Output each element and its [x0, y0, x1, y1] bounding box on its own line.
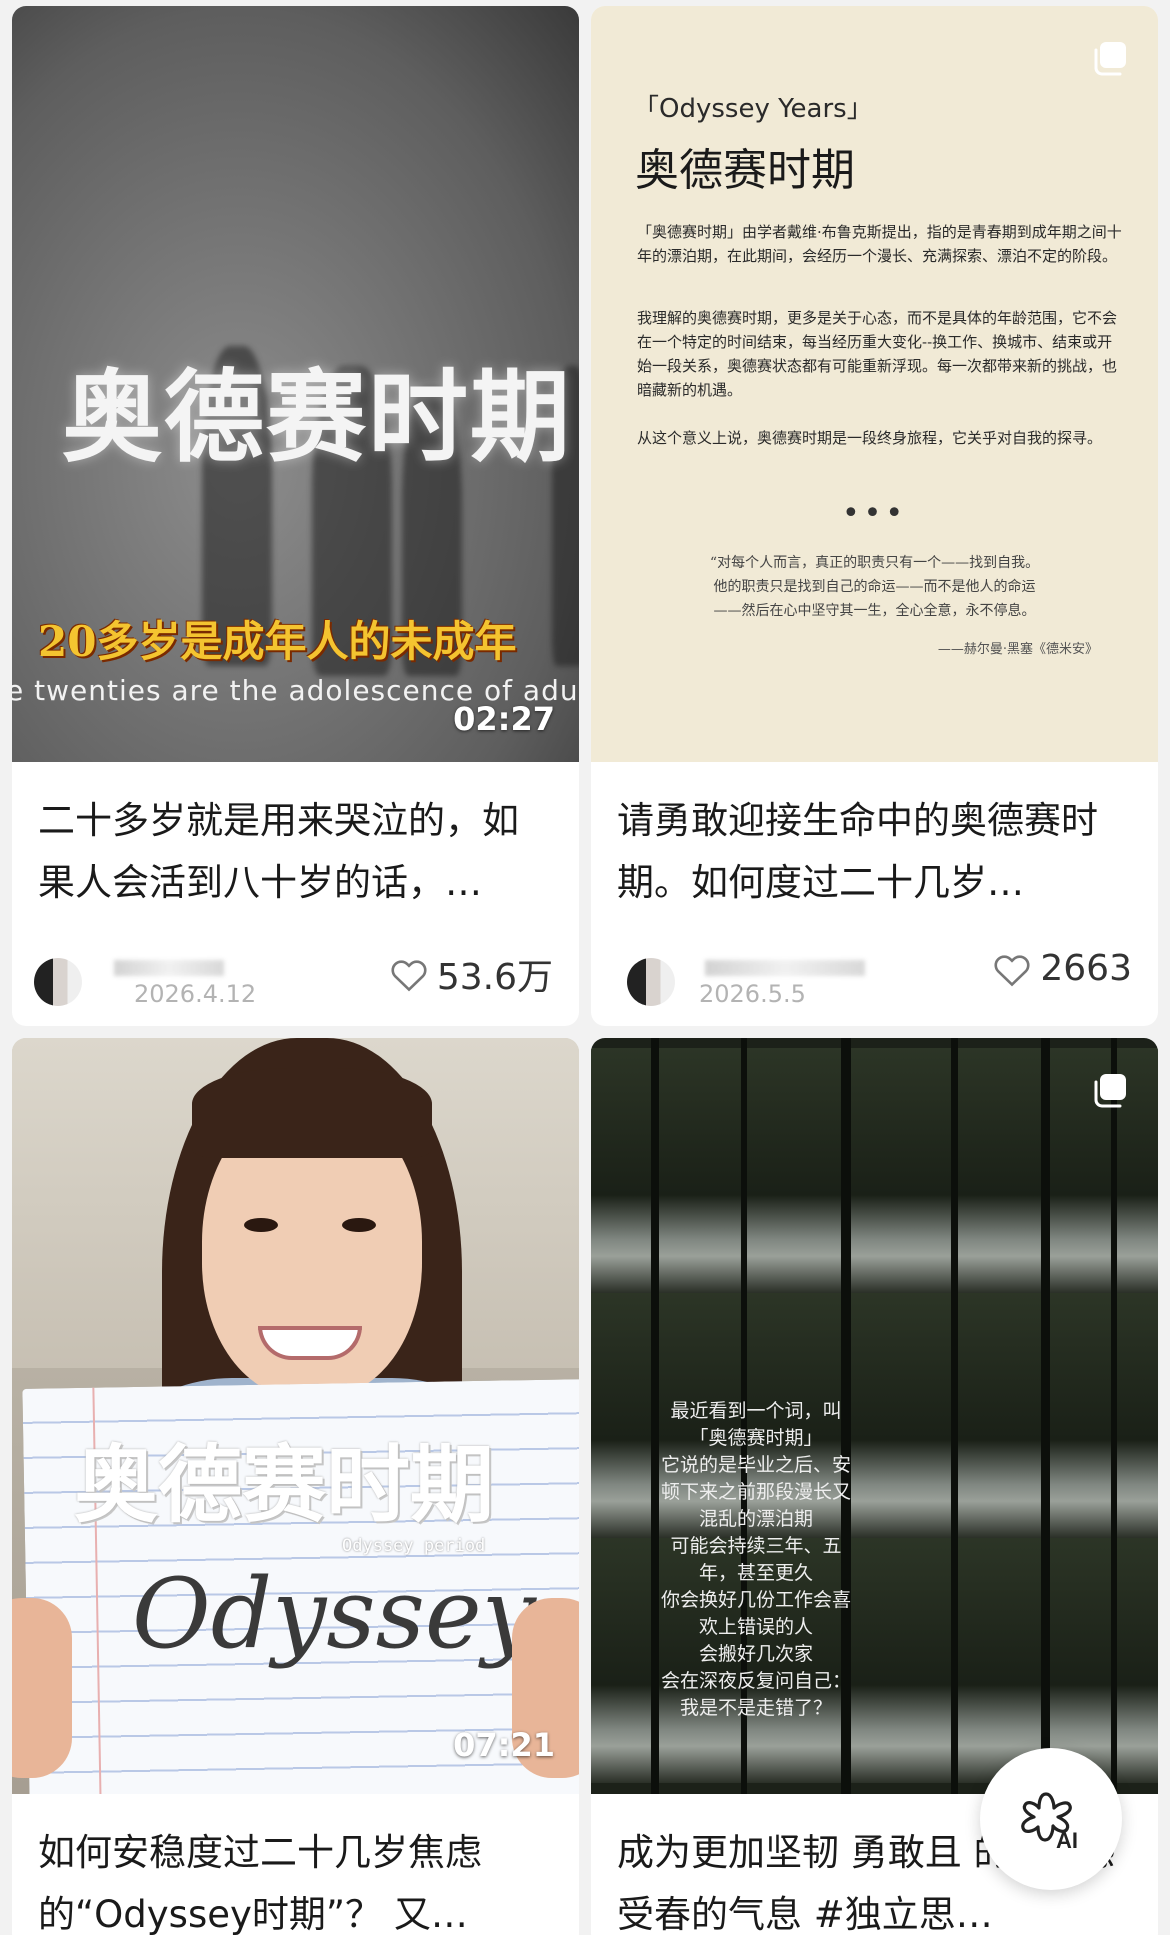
- paper-title: 奥德赛时期: [74, 1435, 495, 1534]
- quote-signature: ——赫尔曼·黑塞《德米安》: [937, 642, 1098, 657]
- cover-quote: “对每个人而言，真正的职责只有一个——找到自我。 他的职责只是找到自己的命运——…: [651, 551, 1098, 623]
- author-name[interactable]: [705, 960, 865, 976]
- note-title[interactable]: 请勇敢迎接生命中的奥德赛时期。如何度过二十几岁…: [617, 790, 1132, 914]
- author-name[interactable]: [114, 960, 224, 976]
- multi-image-icon: [1094, 1074, 1126, 1108]
- note-card[interactable]: 奥德赛时期 20多岁是成年人的未成年 e twenties are the ad…: [12, 6, 579, 1026]
- poem-line: 可能会持续三年、五: [670, 1535, 842, 1557]
- avatar[interactable]: [34, 958, 82, 1006]
- note-meta: 2026.5.5 2663: [617, 940, 1132, 1010]
- like-button[interactable]: 2663: [992, 948, 1132, 989]
- cover-zh-title: 奥德赛时期: [635, 145, 855, 196]
- cover-subtitle: 20多岁是成年人的未成年: [38, 617, 517, 666]
- post-date: 2026.5.5: [699, 980, 806, 1008]
- cover-paragraph: 「奥德赛时期」由学者戴维·布鲁克斯提出，指的是青春期到成年期之间十年的漂泊期，在…: [637, 223, 1122, 265]
- paper-subtitle: Odyssey period: [342, 1536, 486, 1556]
- multi-image-icon: [1094, 42, 1126, 76]
- poem-line: 会在深夜反复问自己：: [660, 1670, 851, 1692]
- poem-line: 「奥德赛时期」: [689, 1427, 823, 1449]
- cover-paragraph: 从这个意义上说，奥德赛时期是一段终身旅程，它关乎对自我的探寻。: [637, 429, 1103, 447]
- note-meta: 2026.4.12 53.6万: [34, 940, 553, 1010]
- video-cover[interactable]: 奥德赛时期 Odyssey period Odyssey. 07:21: [12, 1038, 579, 1794]
- quote-line: “对每个人而言，真正的职责只有一个——找到自我。: [709, 555, 1040, 571]
- image-cover[interactable]: 「Odyssey Years」 奥德赛时期 「奥德赛时期」由学者戴维·布鲁克斯提…: [591, 6, 1158, 762]
- quote-line: 他的职责只是找到自己的命运——而不是他人的命运: [713, 579, 1036, 595]
- poem-line: 顿下来之前那段漫长又: [660, 1481, 851, 1503]
- heart-outline-icon: [994, 954, 1030, 986]
- ai-assistant-button[interactable]: AI: [980, 1748, 1122, 1890]
- cover-paragraph: 我理解的奥德赛时期，更多是关于心态，而不是具体的年龄范围，它不会在一个特定的时间…: [637, 309, 1118, 399]
- like-count: 2663: [1040, 948, 1132, 989]
- like-count: 53.6万: [436, 957, 553, 998]
- ai-label: AI: [1056, 1828, 1078, 1853]
- like-button[interactable]: 53.6万: [389, 948, 553, 1000]
- note-title[interactable]: 如何安稳度过二十几岁焦虑的“Odyssey时期”？ 又…: [38, 1822, 553, 1935]
- video-cover[interactable]: 奥德赛时期 20多岁是成年人的未成年 e twenties are the ad…: [12, 6, 579, 762]
- cover-poem: 最近看到一个词，叫 「奥德赛时期」 它说的是毕业之后、安 顿下来之前那段漫长又 …: [591, 1398, 921, 1722]
- image-cover[interactable]: 最近看到一个词，叫 「奥德赛时期」 它说的是毕业之后、安 顿下来之前那段漫长又 …: [591, 1038, 1158, 1794]
- note-feed: 奥德赛时期 20多岁是成年人的未成年 e twenties are the ad…: [0, 0, 1170, 1935]
- note-title[interactable]: 二十多岁就是用来哭泣的，如果人会活到八十岁的话，…: [38, 790, 553, 914]
- poem-line: 会搬好几次家: [698, 1643, 813, 1665]
- poem-line: 最近看到一个词，叫: [670, 1400, 842, 1422]
- cover-en-title: 「Odyssey Years」: [633, 94, 873, 124]
- poem-line: 我是不是走错了？: [679, 1697, 832, 1719]
- cover-title: 奥德赛时期: [62, 358, 572, 476]
- handwritten-word: Odyssey.: [132, 1558, 554, 1670]
- poem-line: 年，甚至更久: [698, 1562, 813, 1584]
- ellipsis-dots: •••: [841, 496, 908, 531]
- note-card[interactable]: 奥德赛时期 Odyssey period Odyssey. 07:21 如何安稳…: [12, 1038, 579, 1935]
- heart-outline-icon: [391, 960, 427, 992]
- poem-line: 混乱的漂泊期: [698, 1508, 813, 1530]
- poem-line: 它说的是毕业之后、安: [660, 1454, 851, 1476]
- video-duration: 02:27: [453, 700, 555, 738]
- note-card[interactable]: 「Odyssey Years」 奥德赛时期 「奥德赛时期」由学者戴维·布鲁克斯提…: [591, 6, 1158, 1026]
- poem-line: 欢上错误的人: [698, 1616, 813, 1638]
- quote-line: ——然后在心中坚守其一生，全心全意，永不停息。: [713, 603, 1036, 619]
- ai-sparkle-icon: AI: [1021, 1792, 1078, 1853]
- poem-line: 你会换好几份工作会喜: [660, 1589, 851, 1611]
- post-date: 2026.4.12: [134, 980, 257, 1008]
- video-duration: 07:21: [453, 1726, 555, 1764]
- avatar[interactable]: [627, 958, 675, 1006]
